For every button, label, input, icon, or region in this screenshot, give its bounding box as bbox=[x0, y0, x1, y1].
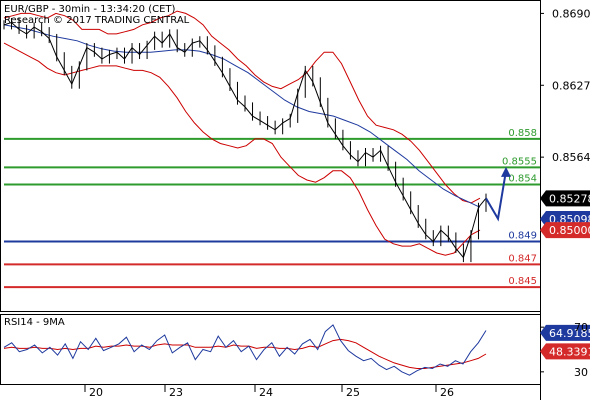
x-tick-label-3: 25 bbox=[346, 386, 360, 399]
y-tick-label-1: 0.8627 bbox=[552, 79, 590, 92]
level-label-0: 0.858 bbox=[508, 128, 537, 139]
chart-root: 0.858 0.8555 0.854 0.849 0.847 0.845 0.8690 0.… bbox=[0, 0, 590, 400]
y-axis-layer: 0.8690 0.8627 0.8564 bbox=[540, 7, 590, 164]
rsi-title: RSI14 - 9MA bbox=[4, 317, 65, 328]
x-axis-layer: 20 23 24 25 26 bbox=[84, 384, 454, 399]
chart-title: EUR/GBP - 30min - 13:34:20 (CET) bbox=[4, 4, 176, 15]
chart-subtitle: Research © 2017 TRADING CENTRAL bbox=[4, 15, 190, 26]
level-label-5: 0.845 bbox=[508, 276, 537, 287]
level-label-4: 0.847 bbox=[508, 253, 537, 264]
x-tick-label-4: 26 bbox=[440, 386, 454, 399]
chart-svg: 0.8580.85550.8540.8490.8470.845 0.86900.… bbox=[0, 0, 590, 400]
x-tick-label-1: 23 bbox=[169, 386, 183, 399]
rsi-tag-label-1: 48.3391 bbox=[549, 345, 590, 358]
y-tick-label-0: 0.8690 bbox=[552, 7, 590, 20]
x-tick-label-2: 24 bbox=[259, 386, 273, 399]
rsi-panel bbox=[0, 314, 541, 385]
x-tick-label-0: 20 bbox=[89, 386, 103, 399]
level-label-2: 0.854 bbox=[508, 174, 537, 185]
level-label-1: 0.8555 bbox=[502, 156, 537, 167]
level-label-3: 0.849 bbox=[508, 231, 537, 242]
rsi-y-tick-label-1: 30 bbox=[574, 366, 588, 379]
y-tick-label-2: 0.8564 bbox=[552, 151, 590, 164]
price-tag-label-0: 0.85278 bbox=[549, 192, 590, 205]
rsi-y-tick-label-0: 70 bbox=[574, 321, 588, 334]
price-tag-label-2: 0.85000 bbox=[549, 224, 590, 237]
